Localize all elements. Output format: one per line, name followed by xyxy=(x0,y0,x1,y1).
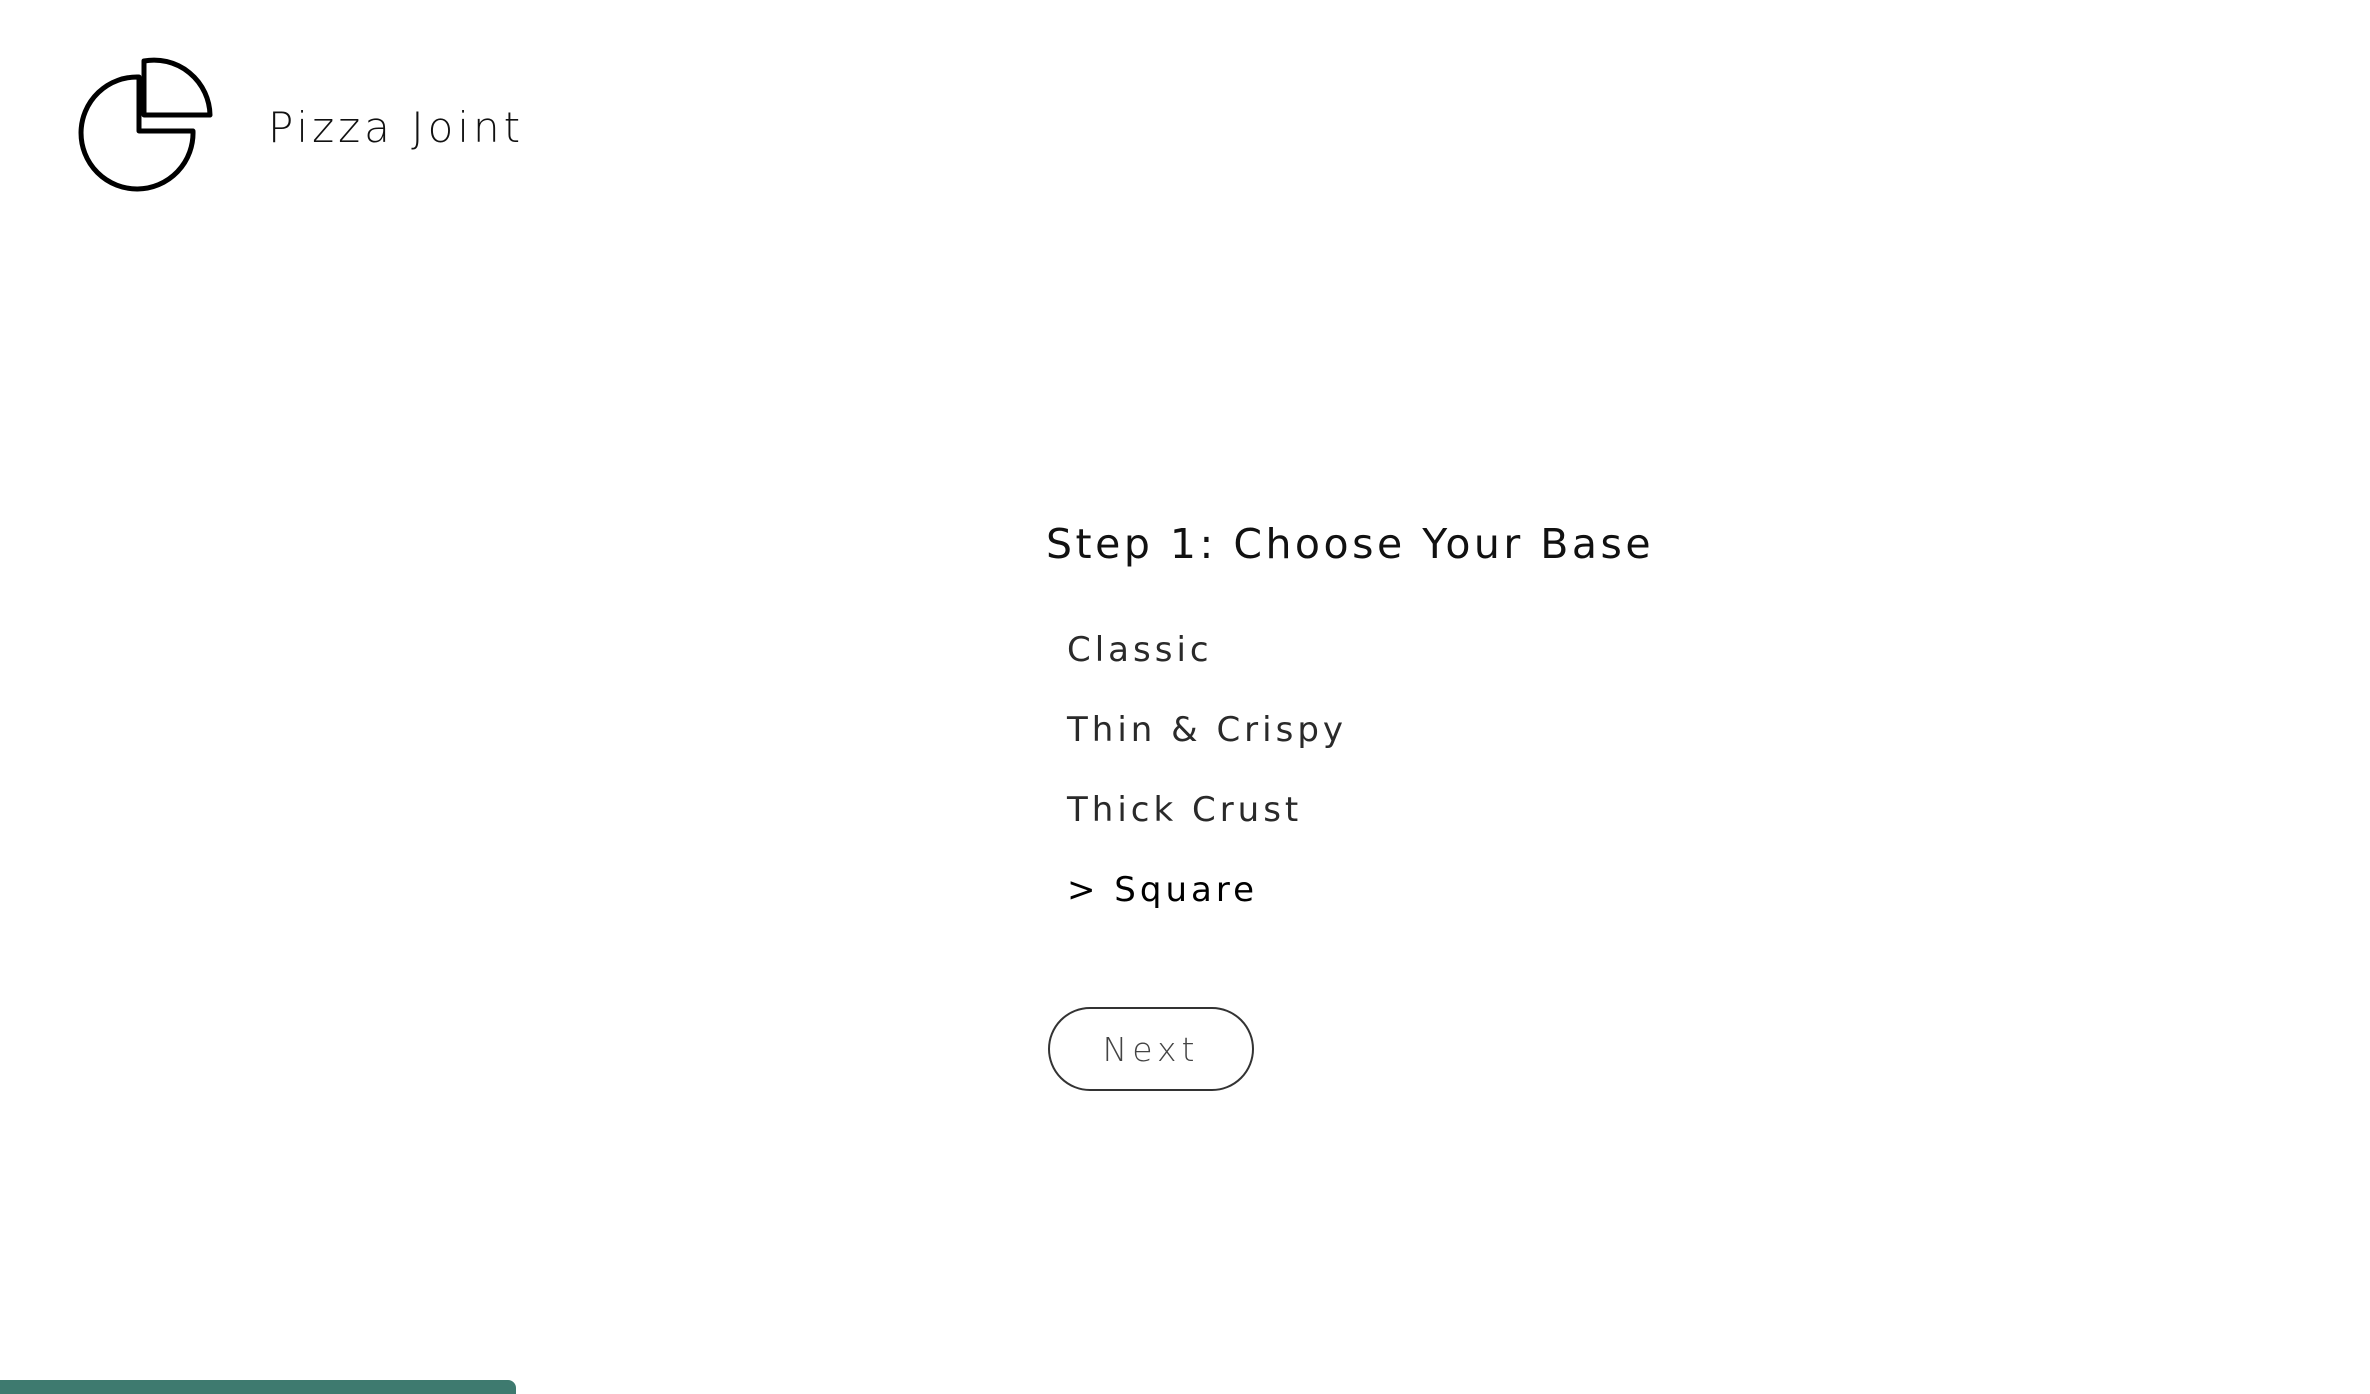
brand-name[interactable]: Pizza Joint xyxy=(268,103,524,152)
base-option-thin-crispy[interactable]: Thin & Crispy xyxy=(1067,690,1654,770)
next-button[interactable]: Next xyxy=(1048,1007,1254,1091)
base-option-thick-crust[interactable]: Thick Crust xyxy=(1067,770,1654,850)
base-options-list: Classic Thin & Crispy Thick Crust > Squa… xyxy=(1046,610,1654,930)
step-title: Step 1: Choose Your Base xyxy=(1046,520,1655,568)
page: Pizza Joint Step 1: Choose Your Base Cla… xyxy=(0,0,2370,1394)
base-option-classic[interactable]: Classic xyxy=(1067,610,1654,690)
pie-chart-icon xyxy=(78,57,213,192)
base-step-panel: Step 1: Choose Your Base Classic Thin & … xyxy=(1046,516,1654,930)
status-bar xyxy=(0,1380,516,1394)
header: Pizza Joint xyxy=(62,50,524,204)
base-option-square[interactable]: > Square xyxy=(1067,850,1654,930)
